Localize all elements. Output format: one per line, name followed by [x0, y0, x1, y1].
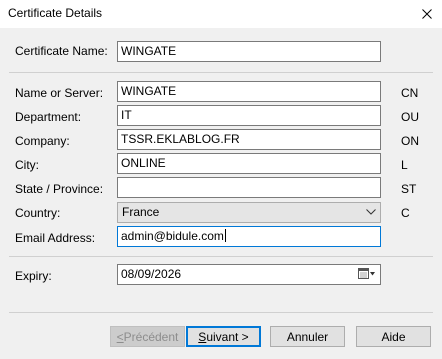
c-code: C	[401, 206, 410, 220]
state-province-label: State / Province:	[15, 182, 104, 196]
close-icon	[422, 9, 432, 19]
department-input[interactable]: IT	[117, 105, 381, 126]
email-value: admin@bidule.com	[121, 229, 224, 243]
department-label: Department:	[15, 110, 82, 124]
close-button[interactable]	[412, 0, 442, 28]
certificate-name-input[interactable]: WINGATE	[117, 41, 381, 62]
l-code: L	[401, 158, 408, 172]
title-bar: Certificate Details	[0, 0, 442, 28]
expiry-label: Expiry:	[15, 269, 52, 283]
text-caret	[224, 229, 226, 242]
company-input[interactable]: TSSR.EKLABLOG.FR	[117, 129, 381, 150]
st-code: ST	[401, 182, 417, 196]
separator	[9, 72, 433, 73]
cn-code: CN	[401, 86, 419, 100]
city-input[interactable]: ONLINE	[117, 153, 381, 174]
country-value: France	[122, 205, 160, 219]
chevron-down-icon	[366, 209, 376, 215]
ou-code: OU	[401, 110, 419, 124]
certificate-details-dialog: Certificate Details Certificate Name: WI…	[0, 0, 442, 359]
city-label: City:	[15, 158, 39, 172]
expiry-value: 08/09/2026	[121, 267, 182, 281]
email-label: Email Address:	[15, 231, 96, 245]
calendar-dropdown-icon[interactable]	[358, 268, 376, 280]
help-button[interactable]: Aide	[356, 326, 431, 347]
expiry-date-picker[interactable]: 08/09/2026	[117, 264, 381, 285]
country-label: Country:	[15, 206, 61, 220]
cancel-button[interactable]: Annuler	[270, 326, 345, 347]
previous-button[interactable]: < Précédent	[110, 326, 185, 347]
name-or-server-label: Name or Server:	[15, 86, 104, 100]
name-or-server-input[interactable]: WINGATE	[117, 81, 381, 102]
state-province-input[interactable]	[117, 177, 381, 198]
company-label: Company:	[15, 134, 70, 148]
separator	[9, 256, 433, 257]
window-title: Certificate Details	[8, 6, 103, 20]
dialog-body: Certificate Name: WINGATE Name or Server…	[0, 28, 442, 359]
email-input[interactable]: admin@bidule.com	[117, 226, 381, 247]
certificate-name-label: Certificate Name:	[15, 44, 108, 58]
on-code: ON	[401, 134, 419, 148]
separator	[9, 312, 433, 313]
next-button[interactable]: Suivant >	[186, 326, 261, 347]
country-select[interactable]: France	[117, 202, 381, 223]
